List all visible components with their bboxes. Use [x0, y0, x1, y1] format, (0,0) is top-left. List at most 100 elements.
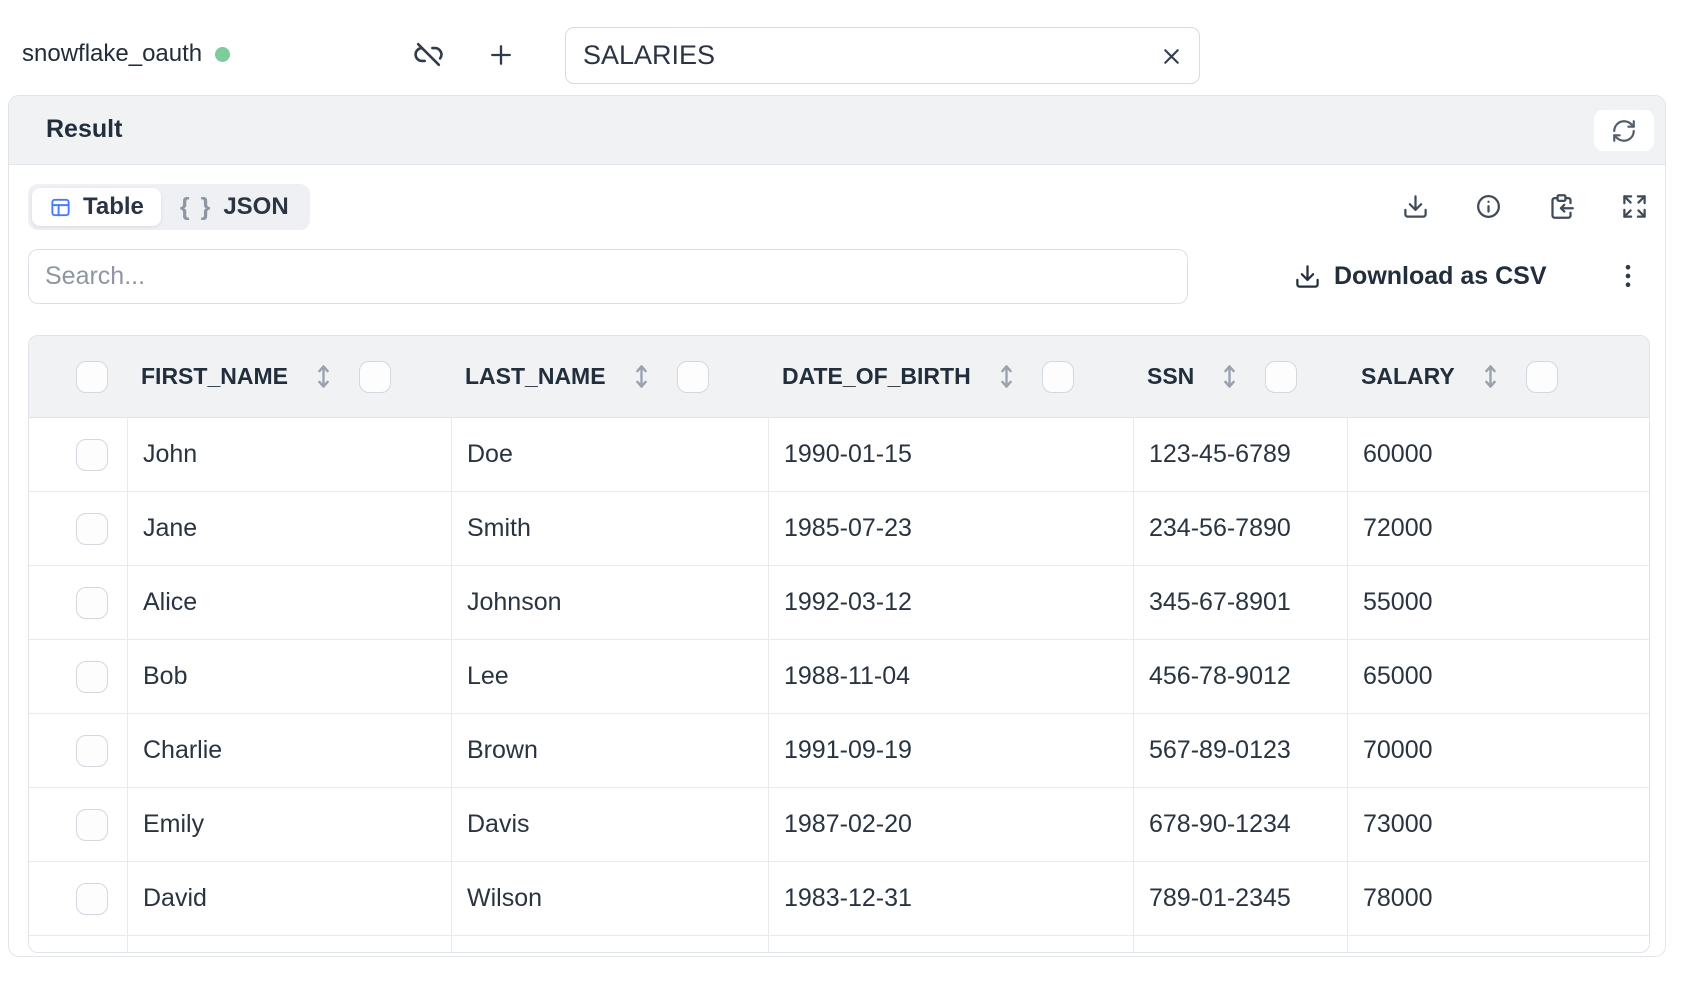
- top-bar: snowflake_oauth: [0, 0, 1682, 95]
- row-select-cell: [29, 566, 127, 639]
- table-cell: John: [127, 418, 451, 491]
- refresh-icon: [1611, 118, 1637, 144]
- row-select-cell: [29, 862, 127, 935]
- table-cell: 78000: [1347, 862, 1649, 935]
- column-label: SSN: [1147, 363, 1194, 390]
- info-icon[interactable]: [1475, 193, 1502, 220]
- view-toggle: Table { } JSON: [28, 184, 310, 230]
- download-csv-button[interactable]: Download as CSV: [1294, 249, 1547, 304]
- table-icon: [49, 196, 72, 219]
- clipboard-paste-icon[interactable]: [1548, 193, 1575, 220]
- table-cell: Charlie: [127, 714, 451, 787]
- table-cell: Davis: [451, 788, 768, 861]
- table-cell: 55000: [1347, 566, 1649, 639]
- query-input-box: [565, 27, 1200, 84]
- table-cell: Johnson: [451, 566, 768, 639]
- table-cell: Lee: [451, 640, 768, 713]
- table-cell: 1983-12-31: [768, 862, 1133, 935]
- column-checkbox[interactable]: [1526, 361, 1558, 393]
- sort-icon[interactable]: [632, 362, 651, 391]
- table-cell: Jane: [127, 492, 451, 565]
- column-label: LAST_NAME: [465, 363, 606, 390]
- table-cell: 567-89-0123: [1133, 714, 1347, 787]
- tab-json[interactable]: { } JSON: [163, 188, 306, 226]
- table-row: DavidWilson1983-12-31789-01-234578000: [29, 862, 1649, 936]
- result-table: FIRST_NAMELAST_NAMEDATE_OF_BIRTHSSNSALAR…: [28, 335, 1650, 953]
- sort-icon[interactable]: [1220, 362, 1239, 391]
- row-select-cell: [29, 640, 127, 713]
- table-cell: Smith: [451, 492, 768, 565]
- connection-label: snowflake_oauth: [22, 40, 202, 68]
- row-checkbox[interactable]: [76, 439, 108, 471]
- kebab-menu-icon[interactable]: [1614, 262, 1642, 290]
- table-cell: 123-45-6789: [1133, 418, 1347, 491]
- column-checkbox[interactable]: [1265, 361, 1297, 393]
- column-label: DATE_OF_BIRTH: [782, 363, 971, 390]
- table-row: BobLee1988-11-04456-78-901265000: [29, 640, 1649, 714]
- search-input[interactable]: [28, 249, 1188, 304]
- connection-name: snowflake_oauth: [22, 40, 230, 68]
- result-toolbar: [1402, 193, 1648, 220]
- table-cell: 1988-11-04: [768, 640, 1133, 713]
- header-cell-last_name: LAST_NAME: [451, 336, 768, 417]
- clear-query-button[interactable]: [1159, 44, 1184, 69]
- row-checkbox[interactable]: [76, 809, 108, 841]
- table-cell: 1992-03-12: [768, 566, 1133, 639]
- table-cell: Bob: [127, 640, 451, 713]
- column-checkbox[interactable]: [359, 361, 391, 393]
- table-cell: Emily: [127, 788, 451, 861]
- table-cell: 60000: [1347, 418, 1649, 491]
- refresh-button[interactable]: [1594, 110, 1654, 151]
- result-panel: Result Table { } JSON Download as CSV: [8, 95, 1666, 957]
- view-toggle-row: Table { } JSON: [28, 184, 1650, 230]
- table-cell: 1985-07-23: [768, 492, 1133, 565]
- row-checkbox[interactable]: [76, 735, 108, 767]
- table-cell: [451, 936, 768, 953]
- connection-status-dot: [215, 47, 230, 62]
- column-checkbox[interactable]: [677, 361, 709, 393]
- plus-icon[interactable]: [487, 41, 515, 69]
- tab-table[interactable]: Table: [32, 188, 161, 226]
- table-row: JaneSmith1985-07-23234-56-789072000: [29, 492, 1649, 566]
- row-select-cell: [29, 714, 127, 787]
- table-cell: 1991-09-19: [768, 714, 1133, 787]
- table-row-partial: [29, 936, 1649, 953]
- result-panel-header: Result: [9, 96, 1665, 165]
- table-row: CharlieBrown1991-09-19567-89-012370000: [29, 714, 1649, 788]
- table-controls-row: Download as CSV: [28, 249, 1650, 304]
- row-checkbox[interactable]: [76, 587, 108, 619]
- column-checkbox[interactable]: [1042, 361, 1074, 393]
- tab-json-label: JSON: [223, 193, 288, 221]
- download-icon: [1294, 263, 1321, 290]
- select-all-checkbox[interactable]: [76, 361, 108, 393]
- sort-icon[interactable]: [1481, 362, 1500, 391]
- table-cell: 678-90-1234: [1133, 788, 1347, 861]
- sort-icon[interactable]: [314, 362, 333, 391]
- table-cell: Brown: [451, 714, 768, 787]
- table-cell: Alice: [127, 566, 451, 639]
- table-cell: David: [127, 862, 451, 935]
- header-cell-salary: SALARY: [1347, 336, 1649, 417]
- table-row: EmilyDavis1987-02-20678-90-123473000: [29, 788, 1649, 862]
- column-label: SALARY: [1361, 363, 1455, 390]
- table-cell: 345-67-8901: [1133, 566, 1347, 639]
- row-checkbox[interactable]: [76, 661, 108, 693]
- query-input[interactable]: [566, 28, 1199, 83]
- row-select-cell: [29, 788, 127, 861]
- download-icon[interactable]: [1402, 193, 1429, 220]
- table-cell: [127, 936, 451, 953]
- x-icon: [1159, 44, 1184, 69]
- table-cell: [1133, 936, 1347, 953]
- table-row: JohnDoe1990-01-15123-45-678960000: [29, 418, 1649, 492]
- sort-icon[interactable]: [997, 362, 1016, 391]
- unlink-icon[interactable]: [413, 39, 444, 70]
- table-cell: 234-56-7890: [1133, 492, 1347, 565]
- download-csv-label: Download as CSV: [1334, 262, 1547, 291]
- table-body: JohnDoe1990-01-15123-45-678960000JaneSmi…: [29, 418, 1649, 953]
- table-cell: [1347, 936, 1649, 953]
- expand-icon[interactable]: [1621, 193, 1648, 220]
- row-checkbox[interactable]: [76, 513, 108, 545]
- tab-table-label: Table: [83, 193, 144, 221]
- table-cell: 70000: [1347, 714, 1649, 787]
- row-checkbox[interactable]: [76, 883, 108, 915]
